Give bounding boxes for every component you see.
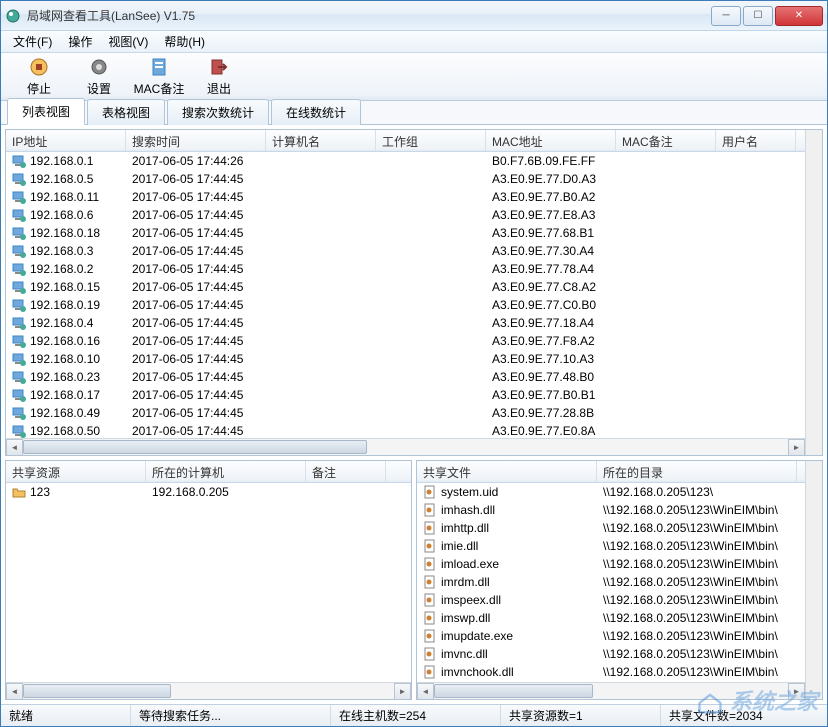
exit-button[interactable]: 退出 [189, 55, 249, 99]
share-row[interactable]: 123192.168.0.205 [6, 483, 411, 501]
scroll-right-button[interactable]: ► [394, 683, 411, 700]
file-row[interactable]: imrdm.dll\\192.168.0.205\123\WinEIM\bin\ [417, 573, 805, 591]
host-row[interactable]: 192.168.0.102017-06-05 17:44:45A3.E0.9E.… [6, 350, 805, 368]
menu-item-0[interactable]: 文件(F) [5, 31, 60, 52]
host-hscrollbar[interactable]: ◄ ► [6, 438, 805, 455]
scroll-thumb[interactable] [434, 684, 593, 698]
scroll-left-button[interactable]: ◄ [417, 683, 434, 699]
column-header[interactable]: 备注 [306, 461, 386, 482]
scroll-thumb[interactable] [23, 684, 171, 698]
share-list-header: 共享资源所在的计算机备注 [6, 461, 411, 483]
status-files: 共享文件数=2034 [661, 705, 827, 726]
file-row[interactable]: imload.exe\\192.168.0.205\123\WinEIM\bin… [417, 555, 805, 573]
app-icon [5, 8, 21, 24]
status-shares: 共享资源数=1 [501, 705, 661, 726]
share-resource-pane: 共享资源所在的计算机备注 123192.168.0.205 ◄ ► [5, 460, 412, 700]
main-window: 局域网查看工具(LanSee) V1.75 ─ ☐ ✕ 文件(F)操作视图(V)… [0, 0, 828, 727]
file-list-body[interactable]: system.uid\\192.168.0.205\123\imhash.dll… [417, 483, 805, 682]
scroll-right-button[interactable]: ► [788, 439, 805, 455]
tab-1[interactable]: 表格视图 [87, 99, 165, 125]
host-list-header: IP地址搜索时间计算机名工作组MAC地址MAC备注用户名 [6, 130, 805, 152]
host-row[interactable]: 192.168.0.12017-06-05 17:44:26B0.F7.6B.0… [6, 152, 805, 170]
scroll-right-button[interactable]: ► [788, 683, 805, 699]
host-list-body[interactable]: 192.168.0.12017-06-05 17:44:26B0.F7.6B.0… [6, 152, 805, 438]
stop-button[interactable]: 停止 [9, 55, 69, 99]
content-area: IP地址搜索时间计算机名工作组MAC地址MAC备注用户名 192.168.0.1… [1, 125, 827, 704]
column-header[interactable]: 工作组 [376, 130, 486, 151]
scroll-left-button[interactable]: ◄ [6, 439, 23, 455]
host-row[interactable]: 192.168.0.162017-06-05 17:44:45A3.E0.9E.… [6, 332, 805, 350]
host-row[interactable]: 192.168.0.32017-06-05 17:44:45A3.E0.9E.7… [6, 242, 805, 260]
tab-strip: 列表视图表格视图搜索次数统计在线数统计 [1, 101, 827, 125]
menu-item-3[interactable]: 帮助(H) [156, 31, 213, 52]
menu-item-1[interactable]: 操作 [60, 31, 100, 52]
host-vscrollbar[interactable] [805, 130, 822, 455]
host-row[interactable]: 192.168.0.172017-06-05 17:44:45A3.E0.9E.… [6, 386, 805, 404]
titlebar[interactable]: 局域网查看工具(LanSee) V1.75 ─ ☐ ✕ [1, 1, 827, 31]
share-list-body[interactable]: 123192.168.0.205 [6, 483, 411, 682]
host-row[interactable]: 192.168.0.192017-06-05 17:44:45A3.E0.9E.… [6, 296, 805, 314]
file-hscrollbar[interactable]: ◄ ► [417, 682, 805, 699]
host-row[interactable]: 192.168.0.152017-06-05 17:44:45A3.E0.9E.… [6, 278, 805, 296]
column-header[interactable]: 所在的计算机 [146, 461, 306, 482]
column-header[interactable]: 搜索时间 [126, 130, 266, 151]
file-row[interactable]: system.uid\\192.168.0.205\123\ [417, 483, 805, 501]
doc-icon [148, 56, 170, 78]
scroll-thumb[interactable] [23, 440, 367, 454]
tab-2[interactable]: 搜索次数统计 [167, 99, 269, 125]
column-header[interactable]: IP地址 [6, 130, 126, 151]
host-row[interactable]: 192.168.0.42017-06-05 17:44:45A3.E0.9E.7… [6, 314, 805, 332]
settings-button[interactable]: 设置 [69, 55, 129, 99]
share-file-pane: 共享文件所在的目录 system.uid\\192.168.0.205\123\… [416, 460, 823, 700]
exit-icon [208, 56, 230, 78]
column-header[interactable]: 所在的目录 [597, 461, 797, 482]
host-row[interactable]: 192.168.0.52017-06-05 17:44:45A3.E0.9E.7… [6, 170, 805, 188]
host-row[interactable]: 192.168.0.112017-06-05 17:44:45A3.E0.9E.… [6, 188, 805, 206]
gear-icon [88, 56, 110, 78]
host-row[interactable]: 192.168.0.182017-06-05 17:44:45A3.E0.9E.… [6, 224, 805, 242]
maximize-button[interactable]: ☐ [743, 6, 773, 26]
file-row[interactable]: imvnchook.dll\\192.168.0.205\123\WinEIM\… [417, 663, 805, 681]
column-header[interactable]: MAC地址 [486, 130, 616, 151]
file-row[interactable]: imspeex.dll\\192.168.0.205\123\WinEIM\bi… [417, 591, 805, 609]
close-button[interactable]: ✕ [775, 6, 823, 26]
tab-0[interactable]: 列表视图 [7, 98, 85, 125]
share-hscrollbar[interactable]: ◄ ► [6, 682, 411, 699]
status-ready: 就绪 [1, 705, 131, 726]
host-row[interactable]: 192.168.0.232017-06-05 17:44:45A3.E0.9E.… [6, 368, 805, 386]
scroll-left-button[interactable]: ◄ [6, 683, 23, 700]
host-row[interactable]: 192.168.0.492017-06-05 17:44:45A3.E0.9E.… [6, 404, 805, 422]
host-row[interactable]: 192.168.0.62017-06-05 17:44:45A3.E0.9E.7… [6, 206, 805, 224]
menu-item-2[interactable]: 视图(V) [100, 31, 156, 52]
host-list-pane: IP地址搜索时间计算机名工作组MAC地址MAC备注用户名 192.168.0.1… [5, 129, 823, 456]
file-row[interactable]: imhttp.dll\\192.168.0.205\123\WinEIM\bin… [417, 519, 805, 537]
column-header[interactable]: 计算机名 [266, 130, 376, 151]
file-row[interactable]: imswp.dll\\192.168.0.205\123\WinEIM\bin\ [417, 609, 805, 627]
stop-icon [28, 56, 50, 78]
host-row[interactable]: 192.168.0.502017-06-05 17:44:45A3.E0.9E.… [6, 422, 805, 438]
status-hosts: 在线主机数=254 [331, 705, 501, 726]
file-row[interactable]: imupdate.exe\\192.168.0.205\123\WinEIM\b… [417, 627, 805, 645]
file-vscrollbar[interactable] [805, 461, 822, 699]
minimize-button[interactable]: ─ [711, 6, 741, 26]
file-list-header: 共享文件所在的目录 [417, 461, 805, 483]
menubar: 文件(F)操作视图(V)帮助(H) [1, 31, 827, 53]
column-header[interactable]: MAC备注 [616, 130, 716, 151]
column-header[interactable]: 共享文件 [417, 461, 597, 482]
statusbar: 就绪 等待搜索任务... 在线主机数=254 共享资源数=1 共享文件数=203… [1, 704, 827, 726]
file-row[interactable]: imie.dll\\192.168.0.205\123\WinEIM\bin\ [417, 537, 805, 555]
column-header[interactable]: 共享资源 [6, 461, 146, 482]
file-row[interactable]: imhash.dll\\192.168.0.205\123\WinEIM\bin… [417, 501, 805, 519]
column-header[interactable]: 用户名 [716, 130, 796, 151]
status-waiting: 等待搜索任务... [131, 705, 331, 726]
mac-remark-button[interactable]: MAC备注 [129, 55, 189, 99]
host-row[interactable]: 192.168.0.22017-06-05 17:44:45A3.E0.9E.7… [6, 260, 805, 278]
window-title: 局域网查看工具(LanSee) V1.75 [27, 7, 709, 24]
file-row[interactable]: imvnc.dll\\192.168.0.205\123\WinEIM\bin\ [417, 645, 805, 663]
tab-3[interactable]: 在线数统计 [271, 99, 361, 125]
toolbar: 停止设置MAC备注退出 [1, 53, 827, 101]
